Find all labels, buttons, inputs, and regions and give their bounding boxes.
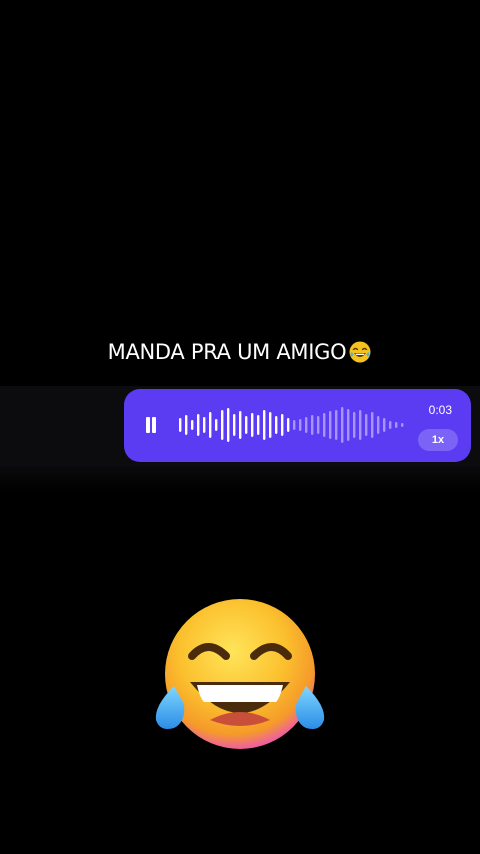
waveform-bar — [191, 420, 194, 430]
waveform-bar — [233, 414, 236, 436]
waveform-bar — [185, 415, 188, 435]
waveform-bar — [365, 414, 368, 436]
waveform-bar — [269, 412, 272, 438]
waveform-bar — [323, 413, 326, 437]
waveform-bar — [245, 416, 248, 434]
waveform-bar — [335, 410, 338, 440]
waveform-bar — [299, 419, 302, 431]
waveform-bar — [227, 408, 230, 442]
screen: MANDA PRA UM AMIGO 0:03 1x — [0, 0, 480, 854]
waveform-bar — [251, 413, 254, 437]
waveform-bar — [401, 423, 404, 427]
caption: MANDA PRA UM AMIGO — [0, 340, 480, 364]
waveform-bar — [221, 410, 224, 440]
audio-waveform[interactable] — [179, 399, 409, 451]
waveform-bar — [263, 410, 266, 440]
waveform-bar — [383, 418, 386, 432]
waveform-bar — [377, 416, 380, 434]
waveform-bar — [317, 416, 320, 434]
pause-icon-bar-right — [152, 417, 156, 433]
waveform-bar — [239, 411, 242, 439]
waveform-bar — [341, 407, 344, 443]
waveform-bar — [197, 414, 200, 436]
face-with-tears-of-joy-icon — [155, 599, 325, 749]
waveform-bar — [395, 422, 398, 428]
waveform-bar — [209, 412, 212, 438]
waveform-bar — [281, 414, 284, 436]
waveform-bar — [329, 411, 332, 439]
playback-speed-button[interactable]: 1x — [418, 429, 458, 451]
waveform-bar — [179, 418, 182, 432]
face-with-tears-of-joy-icon — [349, 341, 371, 363]
voice-message-bubble[interactable]: 0:03 1x — [124, 389, 471, 462]
waveform-bar — [203, 417, 206, 433]
waveform-bar — [311, 415, 314, 435]
pause-button[interactable] — [144, 415, 158, 435]
caption-text: MANDA PRA UM AMIGO — [107, 340, 347, 364]
waveform-bar — [371, 412, 374, 438]
pause-icon-bar-left — [146, 417, 150, 433]
waveform-bar — [287, 418, 290, 432]
waveform-bar — [353, 412, 356, 438]
voice-duration: 0:03 — [428, 403, 452, 417]
message-row-shadow — [0, 466, 480, 492]
waveform-bar — [257, 415, 260, 435]
waveform-bar — [389, 421, 392, 429]
waveform-bar — [293, 420, 296, 430]
waveform-bar — [215, 419, 218, 431]
waveform-bar — [347, 409, 350, 441]
waveform-bar — [305, 417, 308, 433]
waveform-bar — [275, 416, 278, 434]
waveform-bar — [359, 410, 362, 440]
